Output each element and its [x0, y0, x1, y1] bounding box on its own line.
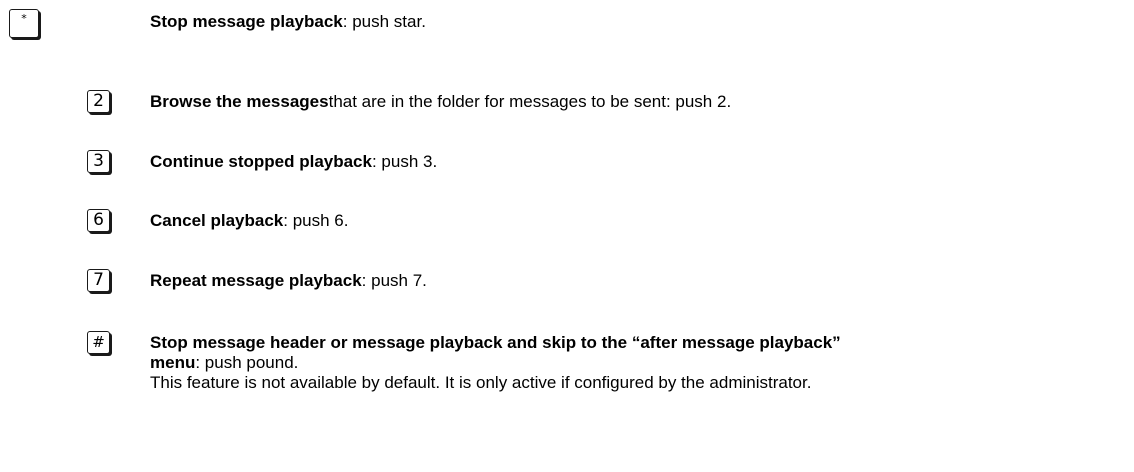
instruction-detail: : push 6.: [283, 211, 349, 230]
instruction-text-line2: menu: push pound.: [150, 353, 298, 373]
instruction-text: Repeat message playback: push 7.: [150, 271, 427, 291]
instruction-detail: : push pound.: [195, 353, 299, 372]
instruction-title: Browse the messages: [150, 92, 329, 111]
key-7-icon: 7: [87, 269, 110, 292]
instruction-title: Cancel playback: [150, 211, 284, 230]
key-2-icon: 2: [87, 90, 110, 113]
instruction-text-line1: Stop message header or message playback …: [150, 333, 841, 353]
instruction-detail: : push 3.: [371, 152, 438, 171]
instruction-title: Continue stopped playback: [150, 152, 372, 171]
key-6-icon: 6: [87, 209, 110, 232]
instruction-detail: : push 7.: [361, 271, 427, 290]
instruction-detail: that are in the folder for messages to b…: [328, 92, 732, 111]
instruction-title-cont: menu: [150, 353, 196, 372]
instruction-text: Stop message playback: push star.: [150, 12, 426, 32]
instruction-text: Continue stopped playback: push 3.: [150, 152, 437, 172]
instruction-note: This feature is not available by default…: [150, 373, 812, 392]
instruction-text: Browse the messagesthat are in the folde…: [150, 92, 731, 112]
instruction-title: Repeat message playback: [150, 271, 362, 290]
pound-key-icon: #: [87, 331, 110, 354]
instruction-text: Cancel playback: push 6.: [150, 211, 348, 231]
star-key-icon: *: [9, 9, 39, 38]
instruction-title: Stop message playback: [150, 12, 343, 31]
instruction-detail: : push star.: [342, 12, 426, 31]
instruction-title: Stop message header or message playback …: [150, 333, 841, 352]
key-3-icon: 3: [87, 150, 110, 173]
